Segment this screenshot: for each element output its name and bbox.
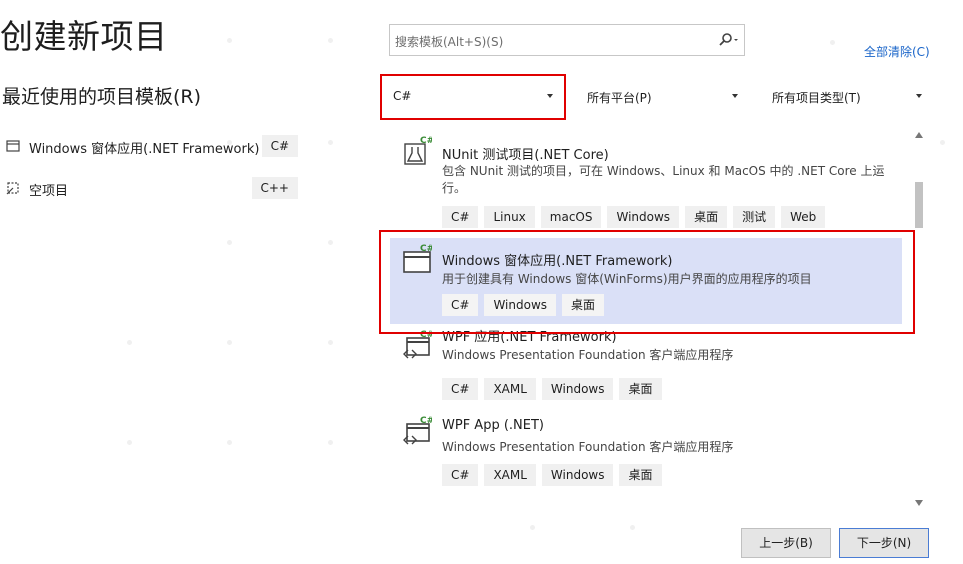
scroll-down-arrow-icon[interactable] xyxy=(915,500,923,506)
background-dot xyxy=(940,140,945,145)
tag: XAML xyxy=(484,464,536,486)
tag: Windows xyxy=(541,378,614,400)
template-name: WPF App (.NET) xyxy=(442,418,544,433)
chevron-down-icon xyxy=(916,94,922,98)
background-dot xyxy=(227,440,232,445)
platform-filter-dropdown[interactable]: 所有平台(P) xyxy=(579,81,746,111)
tag: C# xyxy=(442,378,479,400)
recent-item-label: Windows 窗体应用(.NET Framework) xyxy=(29,142,260,157)
tag: 桌面 xyxy=(619,378,662,400)
tag: Windows xyxy=(541,464,614,486)
clear-all-link[interactable]: 全部清除(C) xyxy=(864,43,930,60)
template-item-nunit[interactable]: C# NUnit 测试项目(.NET Core) 包含 NUnit 测试的项目，… xyxy=(390,130,902,234)
test-flask-icon: C# xyxy=(404,136,432,165)
winforms-project-icon xyxy=(6,140,20,152)
search-placeholder: 搜索模板(Alt+S)(S) xyxy=(395,35,504,49)
tag: Linux xyxy=(484,206,535,228)
template-description: Windows Presentation Foundation 客户端应用程序 xyxy=(442,348,734,362)
tag: 桌面 xyxy=(619,464,662,486)
template-description: Windows Presentation Foundation 客户端应用程序 xyxy=(442,440,734,454)
background-dot xyxy=(630,525,635,530)
tag-list: C# XAML Windows 桌面 xyxy=(442,464,662,486)
tag-list: C# Linux macOS Windows 桌面 测试 Web xyxy=(442,206,826,228)
background-dot xyxy=(830,40,835,45)
tag: XAML xyxy=(484,378,536,400)
background-dot xyxy=(227,240,232,245)
tag: Windows xyxy=(607,206,680,228)
background-dot xyxy=(328,440,333,445)
tag: Web xyxy=(781,206,826,228)
highlight-box-language xyxy=(380,74,566,120)
chevron-down-icon xyxy=(732,94,738,98)
search-icon[interactable] xyxy=(718,32,740,48)
background-dot xyxy=(328,140,333,145)
wpf-project-icon: C# xyxy=(403,416,432,445)
page-title: 创建新项目 xyxy=(0,17,168,56)
tag: C# xyxy=(442,206,479,228)
tag: C# xyxy=(442,464,479,486)
project-type-filter-value: 所有项目类型(T) xyxy=(772,91,861,105)
recent-item-empty-project[interactable]: 空项目 C++ xyxy=(6,177,298,201)
highlight-box-selected-template xyxy=(379,230,915,334)
background-dot xyxy=(328,240,333,245)
search-input[interactable]: 搜索模板(Alt+S)(S) xyxy=(389,24,745,56)
background-dot xyxy=(328,340,333,345)
background-dot xyxy=(127,440,132,445)
scroll-up-arrow-icon[interactable] xyxy=(915,132,923,138)
platform-filter-value: 所有平台(P) xyxy=(587,91,652,105)
recent-item-label: 空项目 xyxy=(29,184,69,199)
template-item-wpf-framework[interactable]: C# WPF 应用(.NET Framework) Windows Presen… xyxy=(390,324,902,410)
background-dot xyxy=(127,340,132,345)
tag-list: C# XAML Windows 桌面 xyxy=(442,378,662,400)
tag: 桌面 xyxy=(685,206,728,228)
back-button[interactable]: 上一步(B) xyxy=(741,528,831,558)
template-name: NUnit 测试项目(.NET Core) xyxy=(442,148,609,163)
scrollbar-thumb[interactable] xyxy=(915,182,923,228)
background-dot xyxy=(227,340,232,345)
recent-item-winforms[interactable]: Windows 窗体应用(.NET Framework) C# xyxy=(6,135,298,159)
next-button[interactable]: 下一步(N) xyxy=(839,528,929,558)
recent-templates-heading: 最近使用的项目模板(R) xyxy=(2,86,202,108)
language-tag: C++ xyxy=(251,177,298,199)
background-dot xyxy=(227,38,232,43)
template-item-wpf-net[interactable]: C# WPF App (.NET) Windows Presentation F… xyxy=(390,410,902,496)
tag: macOS xyxy=(540,206,602,228)
empty-project-icon xyxy=(6,182,19,195)
background-dot xyxy=(530,525,535,530)
template-description: 包含 NUnit 测试的项目，可在 Windows、Linux 和 MacOS … xyxy=(442,164,885,195)
background-dot xyxy=(328,38,333,43)
tag: 测试 xyxy=(733,206,776,228)
project-type-filter-dropdown[interactable]: 所有项目类型(T) xyxy=(764,81,930,111)
language-tag: C# xyxy=(261,135,298,157)
